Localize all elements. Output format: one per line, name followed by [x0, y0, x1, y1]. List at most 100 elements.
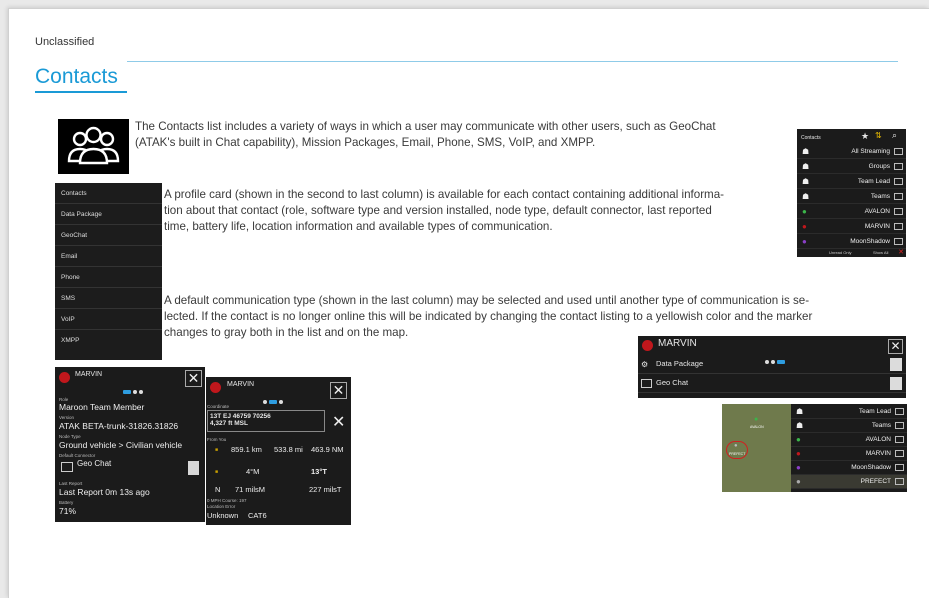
- location-error-category: CAT6: [248, 511, 267, 520]
- comm-row-data-package[interactable]: ⚙ Data Package: [638, 356, 906, 374]
- contact-marker-icon: ●: [802, 237, 807, 246]
- contact-marker-icon: [210, 382, 221, 393]
- close-button[interactable]: ✕: [330, 382, 347, 399]
- menu-item-phone[interactable]: Phone: [55, 267, 162, 288]
- row-label: PREFECT: [860, 478, 891, 485]
- contact-row-moonshadow[interactable]: ● MoonShadow: [797, 235, 906, 249]
- contact-list-panel: Contacts ★ ⇅ ⌕ ☗ All Streaming ☗ Groups ☗ T…: [797, 129, 906, 257]
- p2-line1: A profile card (shown in the second to l…: [164, 188, 725, 201]
- group-icon: ☗: [796, 407, 804, 416]
- contact-marker-icon: [642, 340, 653, 351]
- search-icon[interactable]: ⌕: [892, 130, 897, 141]
- row-label: MoonShadow: [851, 464, 891, 471]
- comm-type-panel: MARVIN ✕ ⚙ Data Package Geo Chat: [638, 336, 906, 398]
- contact-row-team-lead[interactable]: ☗ Team Lead: [791, 405, 907, 419]
- contact-row-all-streaming[interactable]: ☗ All Streaming: [797, 145, 906, 159]
- row-label: Groups: [868, 163, 890, 170]
- avalon-marker-icon[interactable]: ●: [754, 416, 758, 423]
- mils-true: 227 milsT: [309, 485, 342, 494]
- contact-marker-icon: [59, 372, 70, 383]
- star-icon[interactable]: ★: [861, 131, 869, 142]
- profile-card-icon[interactable]: [894, 178, 903, 185]
- default-select-box[interactable]: [890, 377, 902, 390]
- profile-card-icon[interactable]: [895, 408, 904, 415]
- menu-item-xmpp[interactable]: XMPP: [55, 330, 162, 351]
- row-label: Data Package: [656, 359, 704, 368]
- crosshair-icon[interactable]: ✕: [332, 412, 345, 432]
- north-label: N: [215, 485, 221, 494]
- row-label: Team Lead: [858, 408, 891, 415]
- map-view[interactable]: ● AVALON ● PREFECT: [722, 404, 791, 492]
- row-label: MARVIN: [864, 223, 890, 230]
- contact-row-prefect[interactable]: ● PREFECT: [791, 475, 907, 489]
- profile-card-icon[interactable]: [894, 148, 903, 155]
- contact-row-avalon[interactable]: ● AVALON: [791, 433, 907, 447]
- coordinate-box[interactable]: 13T EJ 46759 70256 4,327 ft MSL: [207, 410, 325, 432]
- range-nm: 463.9 NM: [311, 445, 344, 454]
- menu-item-data-package[interactable]: Data Package: [55, 204, 162, 225]
- location-name: MARVIN: [227, 381, 255, 388]
- contact-row-avalon[interactable]: ● AVALON: [797, 205, 906, 219]
- sort-icon[interactable]: ⇅: [875, 131, 882, 140]
- default-select-box[interactable]: [890, 358, 902, 371]
- profile-card-icon[interactable]: [895, 478, 904, 485]
- menu-item-contacts[interactable]: Contacts: [55, 183, 162, 204]
- menu-item-voip[interactable]: VoIP: [55, 309, 162, 330]
- profile-card-icon[interactable]: [894, 223, 903, 230]
- menu-item-geochat[interactable]: GeoChat: [55, 225, 162, 246]
- p1-line2: (ATAK's built in Chat capability), Missi…: [135, 136, 596, 149]
- contact-row-groups[interactable]: ☗ Groups: [797, 160, 906, 174]
- profile-card-panel: MARVIN ✕ Role Maroon Team Member Version…: [55, 367, 205, 522]
- connector-value[interactable]: Geo Chat: [77, 459, 111, 468]
- group-icon: ☗: [796, 421, 804, 430]
- contact-row-team-lead[interactable]: ☗ Team Lead: [797, 175, 906, 189]
- menu-item-email[interactable]: Email: [55, 246, 162, 267]
- version-label: Version: [59, 415, 75, 420]
- row-label: Geo Chat: [656, 378, 689, 387]
- contact-row-teams[interactable]: ☗ Teams: [797, 190, 906, 204]
- comm-panel-name: MARVIN: [658, 338, 697, 349]
- page-title: Contacts: [35, 65, 118, 88]
- contacts-panel-title: Contacts: [801, 135, 821, 141]
- close-icon[interactable]: ✕: [898, 248, 904, 256]
- contact-row-teams[interactable]: ☗ Teams: [791, 419, 907, 433]
- row-label: Teams: [871, 422, 891, 429]
- contact-marker-icon: ●: [796, 477, 801, 486]
- p1-line1: The Contacts list includes a variety of …: [135, 120, 716, 133]
- profile-card-icon[interactable]: [895, 464, 904, 471]
- connector-select[interactable]: [188, 461, 199, 475]
- row-label: Team Lead: [857, 178, 890, 185]
- prefect-marker-icon[interactable]: ●: [734, 443, 738, 449]
- location-error-value: Unknown: [207, 511, 239, 520]
- profile-name: MARVIN: [75, 371, 103, 378]
- profile-card-icon[interactable]: [894, 193, 903, 200]
- profile-card-icon[interactable]: [895, 450, 904, 457]
- package-icon: ⚙: [641, 360, 649, 369]
- from-you-label: From You: [207, 437, 227, 442]
- battery-label: Battery: [59, 500, 74, 505]
- group-icon: ☗: [802, 147, 810, 156]
- contact-row-moonshadow[interactable]: ● MoonShadow: [791, 461, 907, 475]
- role-value: Maroon Team Member: [59, 402, 145, 412]
- contact-marker-icon: ●: [796, 435, 801, 444]
- unread-only-toggle[interactable]: Unread Only: [829, 250, 851, 255]
- profile-card-icon[interactable]: [895, 436, 904, 443]
- profile-card-icon[interactable]: [895, 422, 904, 429]
- close-button[interactable]: ✕: [185, 370, 202, 387]
- group-icon: ☗: [802, 192, 810, 201]
- show-all-toggle[interactable]: Show All: [873, 250, 888, 255]
- group-icon: ☗: [802, 177, 810, 186]
- comm-row-geo-chat[interactable]: Geo Chat: [638, 375, 906, 393]
- contact-row-marvin[interactable]: ● MARVIN: [791, 447, 907, 461]
- p3-line2: lected. If the contact is no longer onli…: [164, 310, 813, 323]
- close-button[interactable]: ✕: [888, 339, 903, 354]
- profile-card-icon[interactable]: [894, 163, 903, 170]
- menu-item-sms[interactable]: SMS: [55, 288, 162, 309]
- profile-card-icon[interactable]: [894, 238, 903, 245]
- coordinate-value: 13T EJ 46759 70256: [210, 413, 271, 420]
- contact-row-marvin[interactable]: ● MARVIN: [797, 220, 906, 234]
- profile-card-icon[interactable]: [894, 208, 903, 215]
- default-comm-paragraph: A default communication type (shown in t…: [164, 293, 904, 341]
- node-type-value: Ground vehicle > Civilian vehicle: [59, 440, 183, 450]
- version-value: ATAK BETA-trunk-31826.31826: [59, 421, 179, 431]
